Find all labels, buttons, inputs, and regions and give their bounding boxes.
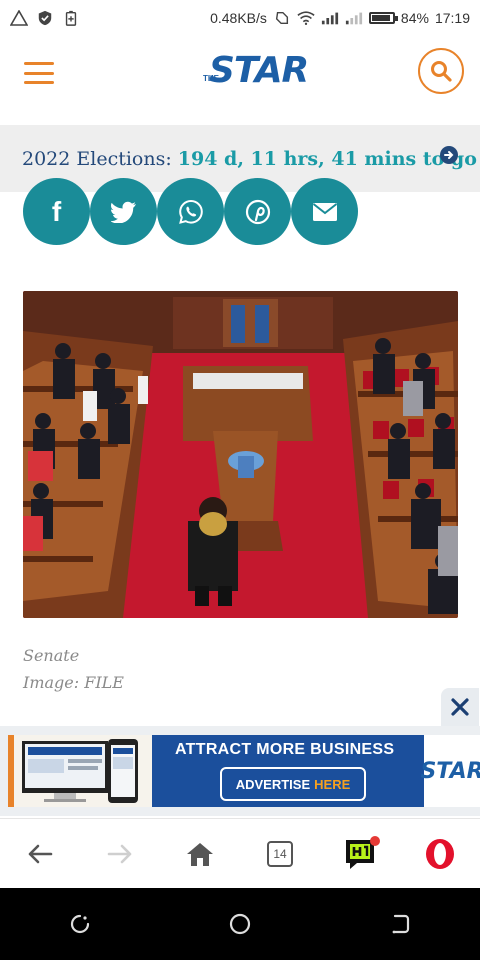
ad-brand-logo: STAR: [420, 735, 480, 807]
pinterest-icon: [245, 199, 270, 224]
ad-banner[interactable]: ATTRACT MORE BUSINESS ADVERTISE HERE STA…: [8, 735, 480, 807]
battery-percent: 84%: [400, 10, 429, 26]
menu-button[interactable]: [24, 62, 54, 84]
share-whatsapp-button[interactable]: [157, 178, 224, 245]
close-icon: [451, 698, 469, 716]
recent-apps-button[interactable]: [56, 900, 104, 948]
circle-home-icon: [229, 913, 251, 935]
rotate-icon: [275, 11, 288, 25]
browser-toolbar: 14: [0, 818, 480, 888]
back-gesture-icon: [392, 914, 410, 934]
clock: 17:19: [434, 10, 470, 26]
battery-icon: [368, 12, 398, 24]
share-buttons: f: [23, 178, 358, 245]
system-home-button[interactable]: [216, 900, 264, 948]
home-icon: [187, 842, 213, 866]
back-button[interactable]: [16, 830, 64, 878]
page: 0.48KB/s 84% 17:19 THE STAR 2022 Electio…: [0, 0, 480, 960]
arrow-right-icon[interactable]: [440, 146, 458, 164]
tabs-button[interactable]: 14: [256, 830, 304, 878]
notification-badge: [370, 835, 380, 846]
senate-chamber-photo: [23, 291, 458, 618]
opera-logo-icon: [426, 838, 454, 869]
battery-saver-icon: [65, 10, 77, 26]
ad-close-button[interactable]: [441, 688, 479, 726]
caption-credit: Image: FILE: [23, 673, 124, 692]
status-bar: 0.48KB/s 84% 17:19: [0, 0, 480, 36]
logo-text: STAR: [209, 50, 309, 91]
system-back-button[interactable]: [376, 900, 424, 948]
home-button[interactable]: [176, 830, 224, 878]
hype-button[interactable]: [336, 830, 384, 878]
recent-apps-icon: [70, 914, 90, 934]
system-navigation-bar: [0, 888, 480, 960]
share-twitter-button[interactable]: [90, 178, 157, 245]
wifi-icon: [297, 11, 315, 26]
whatsapp-icon: [178, 199, 203, 224]
email-icon: [312, 202, 337, 221]
arrow-right-icon: [107, 844, 132, 863]
ad-title: ATTRACT MORE BUSINESS: [175, 741, 395, 758]
advertise-here-button[interactable]: ADVERTISE HERE: [220, 767, 366, 801]
signal-icon: [321, 12, 339, 25]
ad-brand-text: STAR: [420, 758, 480, 784]
search-button[interactable]: [418, 48, 464, 94]
caption-title: Senate: [23, 646, 80, 665]
share-pinterest-button[interactable]: [224, 178, 291, 245]
ad-devices-image: [8, 735, 152, 807]
share-email-button[interactable]: [291, 178, 358, 245]
arrow-left-icon: [28, 844, 53, 863]
search-icon: [431, 61, 452, 82]
tab-count: 14: [267, 840, 293, 867]
warning-icon: [10, 10, 28, 26]
signal-weak-icon: [345, 12, 363, 25]
facebook-icon: f: [51, 195, 62, 227]
forward-button[interactable]: [96, 830, 144, 878]
image-caption: Senate Image: FILE: [23, 642, 124, 696]
network-speed: 0.48KB/s: [210, 10, 267, 26]
ad-cta-highlight: HERE: [314, 776, 351, 792]
countdown-value: 194 d, 11 hrs, 41 mins to go: [177, 147, 477, 170]
site-logo[interactable]: THE STAR: [203, 48, 309, 94]
ad-cta-label: ADVERTISE: [235, 776, 311, 792]
site-header: THE STAR: [0, 36, 480, 124]
article-image: [23, 291, 458, 618]
countdown-label: 2022 Elections:: [22, 147, 172, 170]
shield-icon: [38, 10, 52, 26]
opera-menu-button[interactable]: [416, 830, 464, 878]
twitter-icon: [110, 201, 136, 223]
share-facebook-button[interactable]: f: [23, 178, 90, 245]
